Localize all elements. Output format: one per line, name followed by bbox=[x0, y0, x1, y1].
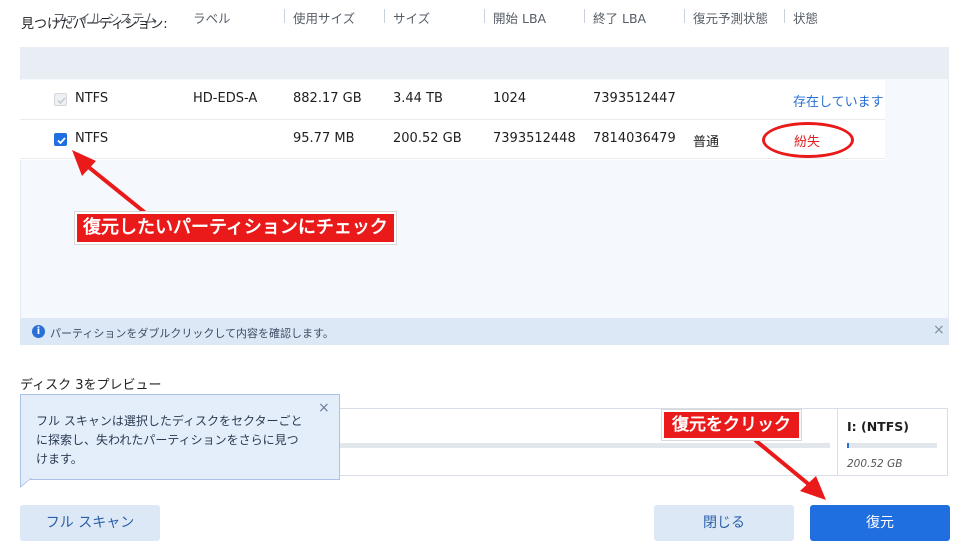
annotation-arrows bbox=[72, 150, 826, 500]
arrow-to-checkbox bbox=[84, 163, 150, 217]
callout-click-recover: 復元をクリック bbox=[662, 410, 801, 440]
callout-check-partition: 復元したいパーティションにチェック bbox=[75, 212, 396, 244]
arrow-to-recover bbox=[753, 438, 814, 489]
